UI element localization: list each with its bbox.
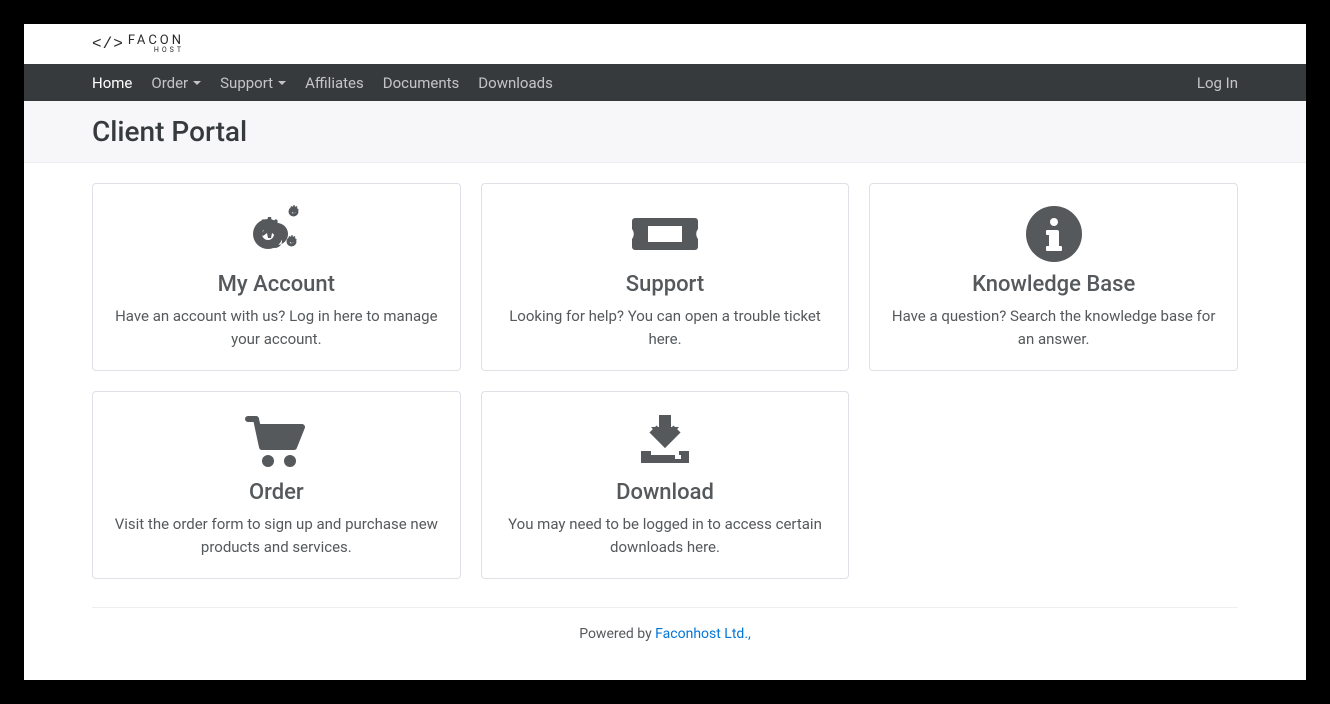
card-desc: Visit the order form to sign up and purc… (111, 513, 442, 558)
footer: Powered by Faconhost Ltd., (92, 607, 1238, 660)
logo-code-icon: </> (92, 35, 124, 53)
card-desc: Have a question? Search the knowledge ba… (888, 305, 1219, 350)
card-title: Order (111, 480, 442, 505)
card-title: Knowledge Base (888, 272, 1219, 297)
nav-order[interactable]: Order (151, 74, 201, 92)
card-my-account[interactable]: My Account Have an account with us? Log … (92, 183, 461, 371)
info-icon (888, 204, 1219, 264)
card-desc: Looking for help? You can open a trouble… (500, 305, 831, 350)
nav-affiliates[interactable]: Affiliates (305, 74, 364, 92)
card-support[interactable]: Support Looking for help? You can open a… (481, 183, 850, 371)
card-download[interactable]: Download You may need to be logged in to… (481, 391, 850, 579)
content: My Account Have an account with us? Log … (24, 163, 1306, 680)
footer-prefix: Powered by (579, 626, 655, 642)
card-order[interactable]: Order Visit the order form to sign up an… (92, 391, 461, 579)
nav-documents[interactable]: Documents (383, 74, 460, 92)
card-title: My Account (111, 272, 442, 297)
logo-sub-text: HOST (128, 47, 184, 54)
nav-downloads[interactable]: Downloads (478, 74, 553, 92)
navbar: Home Order Support Affiliates Documents … (24, 64, 1306, 101)
card-title: Download (500, 480, 831, 505)
nav-order-label: Order (151, 74, 188, 92)
ticket-icon (500, 204, 831, 264)
header: </> FACON HOST (24, 24, 1306, 64)
footer-link[interactable]: Faconhost Ltd., (655, 626, 751, 642)
card-title: Support (500, 272, 831, 297)
page-title-bar: Client Portal (24, 101, 1306, 163)
download-icon (500, 412, 831, 472)
page-title: Client Portal (92, 115, 1238, 148)
card-knowledge-base[interactable]: Knowledge Base Have a question? Search t… (869, 183, 1238, 371)
card-desc: Have an account with us? Log in here to … (111, 305, 442, 350)
nav-support[interactable]: Support (220, 74, 286, 92)
chevron-down-icon (278, 81, 286, 85)
logo[interactable]: </> FACON HOST (92, 34, 1282, 54)
gears-icon (111, 204, 442, 264)
nav-support-label: Support (220, 74, 273, 92)
chevron-down-icon (193, 81, 201, 85)
card-desc: You may need to be logged in to access c… (500, 513, 831, 558)
nav-login[interactable]: Log In (1197, 74, 1238, 92)
nav-home[interactable]: Home (92, 74, 132, 92)
cart-icon (111, 412, 442, 472)
